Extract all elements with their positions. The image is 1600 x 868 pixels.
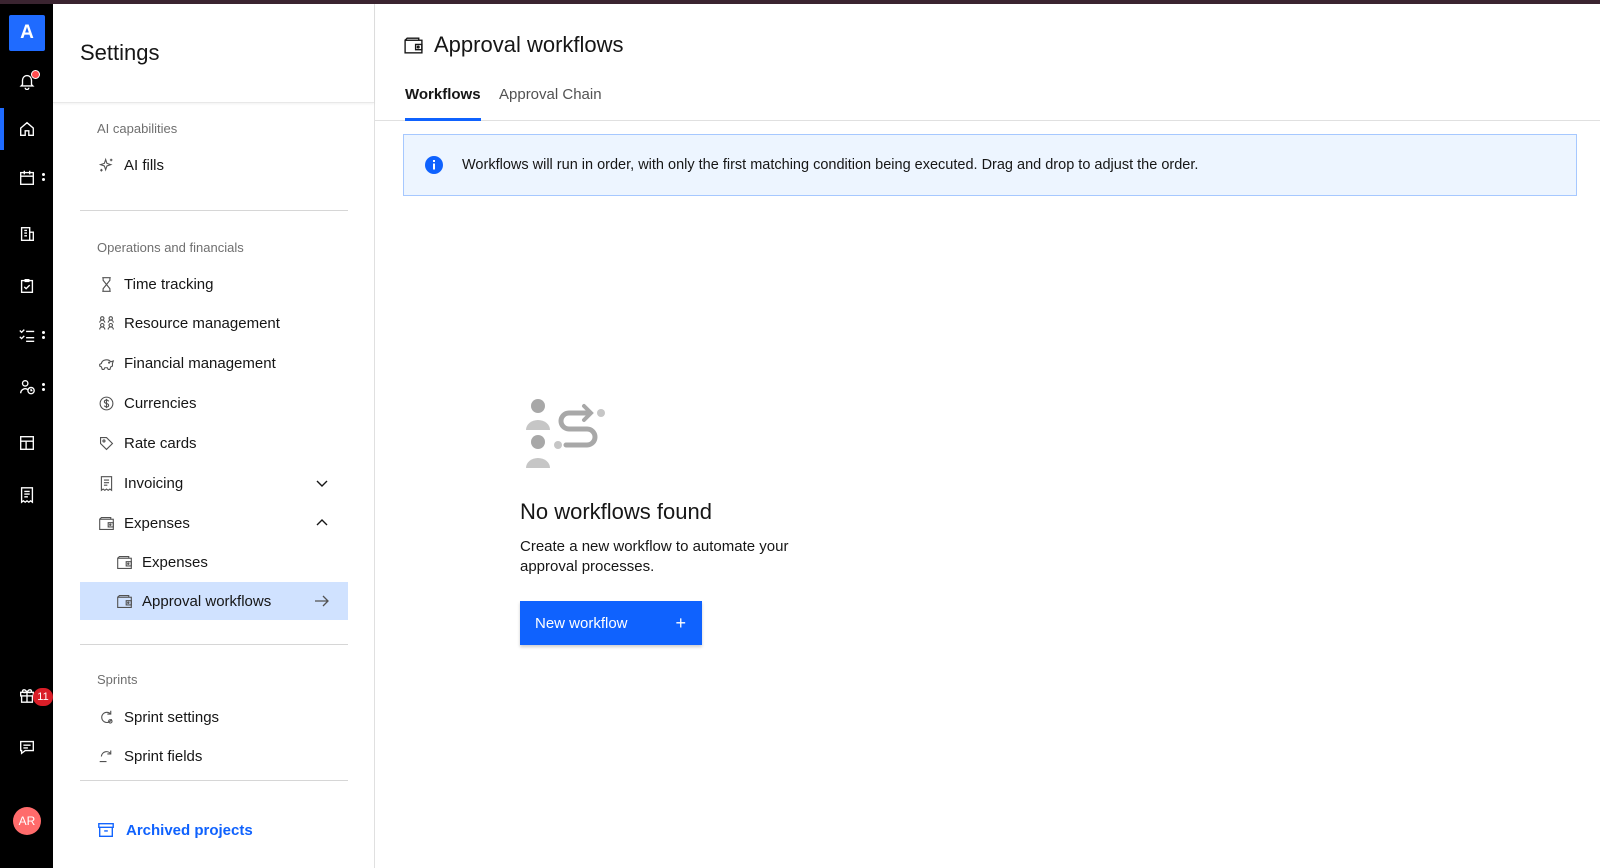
app-logo[interactable]: A: [9, 15, 45, 51]
nav-label: Currencies: [124, 394, 197, 412]
archive-icon: [98, 823, 114, 837]
nav-subitem-expenses[interactable]: Expenses: [80, 543, 348, 581]
nav-item-currencies[interactable]: Currencies: [80, 384, 348, 422]
nav-label: Sprint settings: [124, 708, 220, 726]
tab-workflows[interactable]: Workflows: [405, 86, 481, 121]
icon-rail: A 11 AR: [0, 4, 53, 868]
nav-label: Invoicing: [124, 474, 184, 492]
section-label-ai: AI capabilities: [97, 121, 178, 136]
clipboard-check-icon: [20, 279, 33, 293]
nav-item-financial-management[interactable]: Financial management: [80, 344, 348, 382]
info-icon: [425, 156, 443, 174]
calendar-icon: [19, 170, 34, 185]
info-text: Workflows will run in order, with only t…: [462, 157, 1199, 173]
archived-label: Archived projects: [126, 821, 253, 839]
receipt-icon: [97, 474, 115, 492]
plus-icon: +: [675, 612, 686, 633]
sidebar-header: Settings: [53, 4, 374, 103]
receipt-icon: [20, 487, 33, 504]
calendar-button[interactable]: [0, 157, 53, 199]
tag-icon: [97, 434, 115, 452]
nav-label: Approval workflows: [142, 592, 272, 610]
piggy-bank-icon: [97, 354, 115, 372]
nav-item-invoicing[interactable]: Invoicing: [80, 464, 348, 502]
chevron-up-icon[interactable]: [314, 515, 330, 531]
nav-label: AI fills: [124, 156, 165, 174]
divider: [80, 644, 348, 645]
wallet-icon: [97, 514, 115, 532]
people-more-icon[interactable]: [42, 383, 45, 395]
tasks-more-icon[interactable]: [42, 331, 45, 343]
invoices-button[interactable]: [0, 474, 53, 516]
nav-item-sprint-settings[interactable]: Sprint settings: [80, 698, 348, 736]
new-workflow-button[interactable]: New workflow +: [520, 601, 702, 645]
sparkle-icon: [97, 156, 115, 174]
divider: [80, 210, 348, 211]
dashboard-icon: [19, 436, 34, 450]
arrow-right-icon: [315, 595, 329, 607]
settings-title: Settings: [80, 40, 160, 65]
building-icon: [20, 227, 34, 241]
tab-bar: Workflows Approval Chain: [375, 78, 1600, 121]
empty-description: Create a new workflow to automate your a…: [520, 538, 789, 575]
empty-title: No workflows found: [520, 499, 712, 524]
divider: [80, 780, 348, 781]
checklist-icon: [18, 329, 34, 342]
archived-projects-link[interactable]: Archived projects: [97, 821, 253, 839]
calendar-more-icon[interactable]: [42, 173, 45, 185]
page-title: Approval workflows: [403, 32, 624, 58]
settings-sidebar: Settings AI capabilities AI fills Operat…: [53, 4, 375, 868]
chevron-down-icon[interactable]: [314, 475, 330, 491]
workflow-illustration-icon: [526, 399, 605, 468]
clipboard-button[interactable]: [0, 265, 53, 307]
home-button[interactable]: [0, 108, 53, 150]
nav-label: Resource management: [124, 314, 280, 332]
section-label-ops: Operations and financials: [97, 240, 244, 255]
nav-label: Expenses: [142, 553, 208, 571]
notification-dot: [31, 70, 40, 79]
wallet-icon: [404, 36, 423, 54]
user-avatar[interactable]: AR: [13, 807, 41, 835]
chat-icon: [19, 740, 34, 755]
home-icon: [19, 121, 34, 136]
nav-label: Expenses: [124, 514, 190, 532]
wallet-icon: [115, 592, 133, 610]
people-time-button[interactable]: [0, 366, 53, 408]
nav-item-resource-management[interactable]: Resource management: [80, 304, 348, 342]
tasks-button[interactable]: [0, 314, 53, 356]
currency-icon: [97, 394, 115, 412]
notifications-button[interactable]: [0, 60, 53, 102]
nav-item-ai-fills[interactable]: AI fills: [80, 146, 348, 184]
nav-item-rate-cards[interactable]: Rate cards: [80, 424, 348, 462]
main-content: Approval workflows Workflows Approval Ch…: [375, 4, 1600, 868]
tab-approval-chain[interactable]: Approval Chain: [499, 86, 602, 121]
page-title-text: Approval workflows: [434, 32, 624, 57]
portfolio-button[interactable]: [0, 422, 53, 464]
nav-label: Rate cards: [124, 434, 197, 452]
info-banner: Workflows will run in order, with only t…: [403, 134, 1577, 196]
sprint-settings-icon: [97, 708, 115, 726]
nav-label: Financial management: [124, 354, 276, 372]
logo-letter: A: [20, 22, 34, 43]
new-workflow-label: New workflow: [535, 614, 628, 632]
hourglass-icon: [97, 275, 115, 293]
section-label-sprints: Sprints: [97, 672, 138, 687]
gift-badge: 11: [33, 688, 53, 706]
nav-label: Time tracking: [124, 275, 214, 293]
sprint-fields-icon: [97, 747, 115, 765]
nav-item-sprint-fields[interactable]: Sprint fields: [80, 737, 348, 775]
nav-label: Sprint fields: [124, 747, 203, 765]
nav-item-expenses[interactable]: Expenses: [80, 504, 348, 542]
nav-subitem-approval-workflows[interactable]: Approval workflows: [80, 582, 348, 620]
people-icon: [97, 314, 115, 332]
feedback-button[interactable]: [0, 726, 53, 768]
buildings-button[interactable]: [0, 213, 53, 255]
nav-item-time-tracking[interactable]: Time tracking: [80, 265, 348, 303]
wallet-icon: [115, 553, 133, 571]
user-clock-icon: [19, 380, 35, 395]
empty-state: No workflows found Create a new workflow…: [520, 396, 940, 645]
